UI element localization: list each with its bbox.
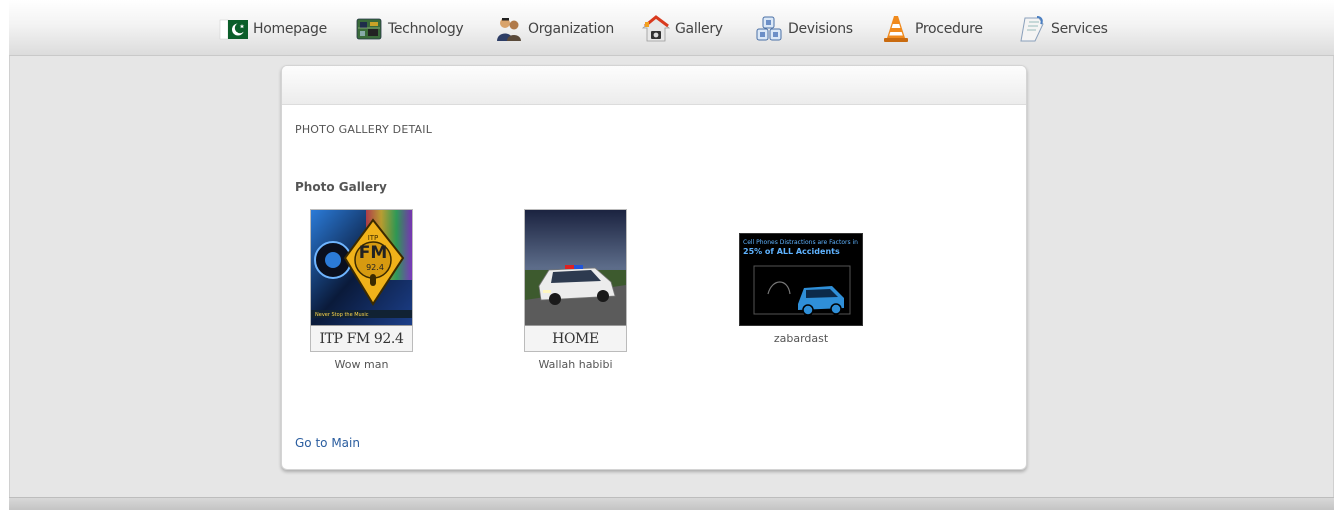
radio-logo-fm: FM [359,243,388,263]
pakistan-flag-icon [219,14,249,44]
thumbnail-caption: ITP FM 92.4 [311,325,412,351]
radio-logo-tagline: Never Stop the Music [315,312,369,318]
nav-organization[interactable]: Organization [494,14,614,44]
gallery-item: ITP FM 92.4 Never Stop the Music ITP FM … [310,209,413,371]
accident-ad-image: Cell Phones Distractions are Factors in … [740,234,862,325]
nav-gallery[interactable]: Gallery [641,14,723,44]
people-icon [494,14,524,44]
ad-line-1: Cell Phones Distractions are Factors in [743,239,858,246]
nav-technology-label: Technology [388,21,464,37]
nav-homepage[interactable]: Homepage [219,14,327,44]
gallery-thumbnail-accident-ad[interactable]: Cell Phones Distractions are Factors in … [739,233,863,326]
nav-services[interactable]: Services [1017,14,1108,44]
circuit-board-icon [354,14,384,44]
nav-gallery-label: Gallery [675,21,723,37]
radio-logo-itp: ITP [368,234,379,242]
camera-house-icon [641,14,671,44]
go-to-main-link[interactable]: Go to Main [295,436,360,450]
thumbnail-caption: HOME [525,325,626,351]
radio-logo-image: ITP FM 92.4 Never Stop the Music [311,210,412,326]
nav-procedure[interactable]: Procedure [881,14,983,44]
blocks-icon [754,14,784,44]
ad-line-2: 25% of ALL Accidents [743,247,840,256]
gallery-thumbnail-police-car[interactable]: HOME [524,209,627,352]
traffic-cone-icon [881,14,911,44]
nav-devisions-label: Devisions [788,21,853,37]
nav-devisions[interactable]: Devisions [754,14,853,44]
top-navbar: Homepage Technology Organization Gallery… [9,0,1334,56]
gallery-panel: PHOTO GALLERY DETAIL Photo Gallery ITP F… [281,65,1027,470]
nav-services-label: Services [1051,21,1108,37]
nav-technology[interactable]: Technology [354,14,464,44]
nav-homepage-label: Homepage [253,21,327,37]
gallery-item: Cell Phones Distractions are Factors in … [739,233,863,345]
gallery-item: HOME Wallah habibi [524,209,627,371]
document-icon [1017,14,1047,44]
photo-name: zabardast [773,332,829,345]
photo-name: Wallah habibi [538,358,613,371]
footer-bar [9,497,1334,510]
nav-organization-label: Organization [528,21,614,37]
nav-procedure-label: Procedure [915,21,983,37]
photo-name: Wow man [334,358,389,371]
gallery-thumbnail-radio[interactable]: ITP FM 92.4 Never Stop the Music ITP FM … [310,209,413,352]
panel-header [282,66,1026,105]
police-car-image [525,210,626,326]
gallery-heading: Photo Gallery [295,180,387,194]
radio-logo-frequency: 92.4 [366,263,384,272]
page-title: PHOTO GALLERY DETAIL [295,123,433,136]
